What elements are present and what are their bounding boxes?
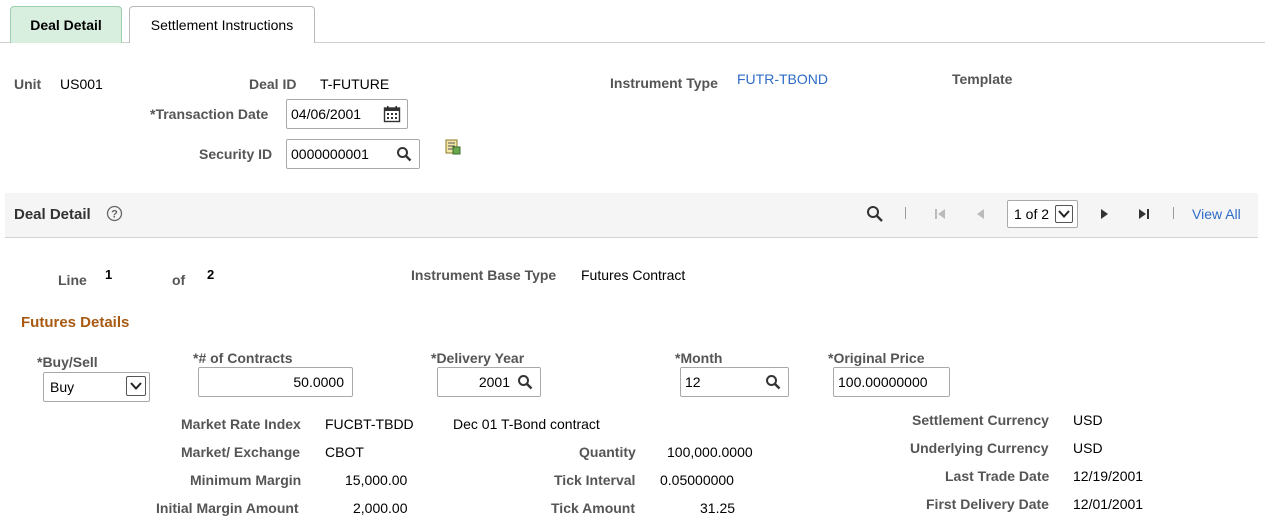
chevron-down-icon	[1055, 205, 1073, 223]
contracts-input[interactable]: 50.0000	[198, 367, 353, 397]
instrument-base-type-value: Futures Contract	[581, 267, 686, 283]
market-rate-index-value: FUCBT-TBDD	[325, 416, 414, 432]
futures-details-title: Futures Details	[21, 314, 130, 331]
minimum-margin-label: Minimum Margin	[190, 472, 302, 488]
security-detail-icon[interactable]	[444, 138, 462, 159]
pager-value: 1 of 2	[1014, 206, 1050, 222]
help-icon[interactable]: ?	[106, 205, 123, 225]
search-icon[interactable]	[514, 371, 536, 393]
instrument-base-type-label: Instrument Base Type	[411, 267, 557, 283]
settlement-currency-value: USD	[1073, 412, 1103, 428]
instrument-type-link[interactable]: FUTR-TBOND	[737, 71, 828, 87]
original-price-input[interactable]: 100.00000000	[833, 367, 950, 397]
last-page-icon[interactable]	[1136, 206, 1152, 225]
template-label: Template	[952, 71, 1013, 87]
underlying-currency-value: USD	[1073, 440, 1103, 456]
line-value: 1	[105, 267, 113, 282]
month-value: 12	[685, 374, 701, 390]
quantity-value: 100,000.0000	[667, 444, 753, 460]
tick-amount-label: Tick Amount	[551, 500, 636, 516]
market-rate-index-label: Market Rate Index	[181, 416, 301, 432]
tick-interval-value: 0.05000000	[660, 472, 734, 488]
transaction-date-value: 04/06/2001	[291, 106, 362, 122]
original-price-value: 100.00000000	[838, 374, 928, 390]
unit-label: Unit	[14, 76, 42, 92]
market-exchange-value: CBOT	[325, 444, 364, 460]
underlying-currency-label: Underlying Currency	[910, 440, 1049, 456]
settlement-currency-label: Settlement Currency	[912, 412, 1049, 428]
buy-sell-select[interactable]: Buy	[43, 372, 150, 402]
transaction-date-field[interactable]: 04/06/2001	[286, 99, 408, 129]
grid-search-icon[interactable]	[866, 205, 884, 226]
buy-sell-label: *Buy/Sell	[37, 354, 98, 370]
instrument-type-label: Instrument Type	[610, 75, 718, 91]
svg-text:?: ?	[111, 209, 118, 221]
grid-title: Deal Detail	[14, 206, 91, 223]
first-delivery-date-value: 12/01/2001	[1073, 496, 1144, 512]
separator	[905, 207, 906, 219]
delivery-year-field[interactable]: 2001	[437, 367, 541, 397]
tick-amount-value: 31.25	[700, 500, 736, 516]
calendar-icon[interactable]	[381, 103, 403, 125]
last-trade-date-label: Last Trade Date	[945, 468, 1050, 484]
pager-select[interactable]: 1 of 2	[1007, 200, 1078, 228]
separator	[1173, 207, 1174, 219]
first-delivery-date-label: First Delivery Date	[926, 496, 1049, 512]
tab-deal-detail-label: Deal Detail	[30, 17, 102, 33]
month-field[interactable]: 12	[680, 367, 789, 397]
transaction-date-label: *Transaction Date	[150, 106, 269, 122]
delivery-year-value: 2001	[478, 374, 510, 390]
of-label: of	[172, 272, 186, 288]
tab-bar: Deal Detail Settlement Instructions	[0, 0, 1265, 43]
market-exchange-label: Market/ Exchange	[181, 444, 301, 460]
month-label: *Month	[675, 350, 723, 366]
view-all-link[interactable]: View All	[1192, 206, 1241, 222]
delivery-year-label: *Delivery Year	[431, 350, 525, 366]
market-rate-index-desc: Dec 01 T-Bond contract	[453, 416, 600, 432]
search-icon[interactable]	[393, 143, 415, 165]
tick-interval-label: Tick Interval	[554, 472, 636, 488]
initial-margin-value: 2,000.00	[353, 500, 408, 516]
previous-page-icon[interactable]	[973, 206, 989, 225]
line-label: Line	[58, 272, 87, 288]
initial-margin-label: Initial Margin Amount	[156, 500, 299, 516]
tab-settlement-instructions[interactable]: Settlement Instructions	[129, 6, 315, 43]
tab-settlement-instructions-label: Settlement Instructions	[150, 17, 294, 33]
last-trade-date-value: 12/19/2001	[1073, 468, 1144, 484]
first-page-icon[interactable]	[932, 206, 948, 225]
quantity-label: Quantity	[579, 444, 636, 460]
deal-id-label: Deal ID	[249, 76, 297, 92]
unit-value: US001	[60, 76, 103, 92]
search-icon[interactable]	[762, 371, 784, 393]
original-price-label: *Original Price	[828, 350, 925, 366]
contracts-value: 50.0000	[293, 374, 344, 390]
tab-deal-detail[interactable]: Deal Detail	[10, 6, 122, 43]
security-id-value: 0000000001	[291, 146, 369, 162]
buy-sell-value: Buy	[50, 379, 75, 395]
deal-id-value: T-FUTURE	[320, 76, 390, 92]
minimum-margin-value: 15,000.00	[345, 472, 408, 488]
contracts-label: *# of Contracts	[193, 350, 293, 366]
chevron-down-icon	[126, 376, 146, 396]
of-value: 2	[207, 267, 215, 282]
security-id-label: Security ID	[199, 146, 273, 162]
next-page-icon[interactable]	[1096, 206, 1112, 225]
security-id-field[interactable]: 0000000001	[286, 139, 420, 169]
